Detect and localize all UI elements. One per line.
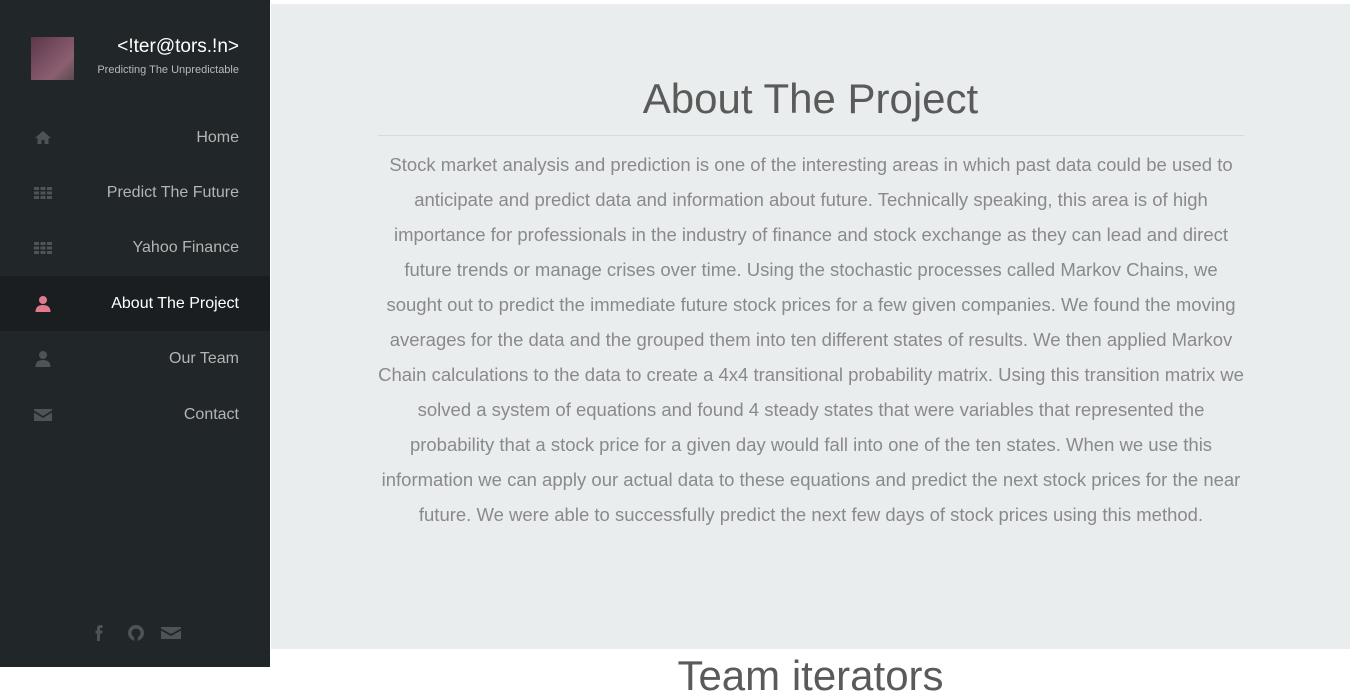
brand-logo[interactable] <box>31 37 74 80</box>
nav-label: Home <box>196 129 239 146</box>
envelope-icon[interactable] <box>160 623 182 643</box>
about-paragraph: Stock market analysis and prediction is … <box>378 154 1244 525</box>
brand-title[interactable]: <!ter@tors.!n> <box>117 36 239 58</box>
sidebar: <!ter@tors.!n> Predicting The Unpredicta… <box>0 0 270 667</box>
about-section: About The Project Stock market analysis … <box>271 4 1350 649</box>
nav-label: Predict The Future <box>106 184 239 201</box>
nav-item-about-the-project[interactable]: About The Project <box>0 276 270 331</box>
github-icon[interactable] <box>125 623 147 643</box>
nav-item-our-team[interactable]: Our Team <box>0 331 270 386</box>
brand-tagline: Predicting The Unpredictable <box>97 64 239 76</box>
title-divider <box>378 135 1244 136</box>
facebook-icon[interactable] <box>88 623 110 643</box>
team-section-title: Team iterators <box>677 652 944 699</box>
nav-label: About The Project <box>111 295 239 312</box>
nav-item-yahoo-finance[interactable]: Yahoo Finance <box>0 220 270 275</box>
user-icon <box>33 349 53 369</box>
nav-item-home[interactable]: Home <box>0 110 270 165</box>
nav-item-predict-the-future[interactable]: Predict The Future <box>0 165 270 220</box>
envelope-icon <box>33 405 53 425</box>
nav-item-contact[interactable]: Contact <box>0 387 270 442</box>
page-title: About The Project <box>642 75 979 122</box>
grid-icon <box>33 238 53 258</box>
nav-label: Yahoo Finance <box>132 239 239 256</box>
nav-label: Contact <box>183 406 239 423</box>
nav-label: Our Team <box>169 350 239 367</box>
user-icon <box>33 294 53 314</box>
home-icon <box>33 128 53 148</box>
grid-icon <box>33 183 53 203</box>
